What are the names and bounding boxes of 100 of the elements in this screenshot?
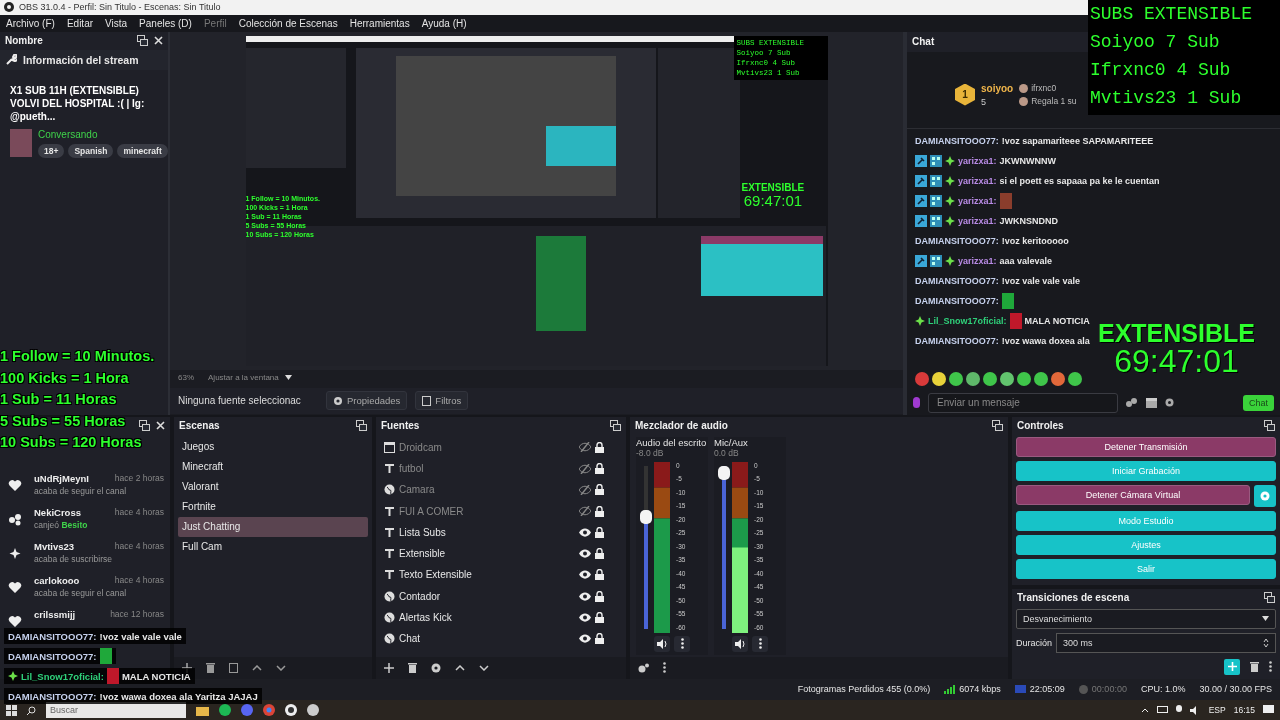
up-icon[interactable] [455, 664, 465, 671]
control-button[interactable]: Detener Cámara Virtual [1016, 484, 1250, 505]
add-button[interactable] [1224, 658, 1240, 675]
undock-icon[interactable] [1264, 592, 1275, 604]
more-button[interactable] [674, 635, 690, 652]
network-icon[interactable] [1156, 705, 1168, 715]
settings-button[interactable] [1254, 484, 1276, 507]
scene-item[interactable]: Juegos [178, 436, 368, 457]
trash-icon[interactable] [206, 662, 215, 673]
scene-item[interactable]: Fortnite [178, 496, 368, 517]
lock-icon[interactable] [595, 505, 604, 517]
trash-icon[interactable] [1250, 661, 1259, 672]
eye-icon[interactable] [579, 634, 591, 644]
search-icon[interactable] [27, 705, 36, 715]
close-icon[interactable] [156, 421, 165, 431]
scene-item[interactable]: Full Cam [178, 536, 368, 557]
undock-icon[interactable] [137, 35, 148, 47]
lock-icon[interactable] [595, 484, 604, 496]
hidden-eye-icon[interactable] [579, 442, 591, 453]
lock-icon[interactable] [595, 612, 604, 624]
transition-dropdown[interactable]: Desvanecimiento [1016, 608, 1276, 629]
emote-icon[interactable] [1034, 371, 1048, 386]
filter-icon[interactable] [229, 662, 238, 673]
more-icon[interactable] [663, 662, 666, 674]
emote-icon[interactable] [1051, 371, 1065, 386]
menu-item[interactable]: Vista [105, 17, 128, 29]
emote-icon[interactable] [932, 371, 946, 386]
menu-item[interactable]: Editar [66, 17, 94, 29]
emote-icon[interactable] [1017, 371, 1031, 386]
settings-icon[interactable] [638, 662, 649, 673]
duration-field[interactable]: 300 ms [1056, 632, 1276, 653]
settings-icon[interactable] [431, 662, 441, 673]
undock-icon[interactable] [139, 420, 150, 432]
source-item[interactable]: Droidcam [380, 436, 622, 458]
emote-icon[interactable] [949, 371, 963, 386]
undock-icon[interactable] [356, 420, 367, 432]
eye-icon[interactable] [579, 591, 591, 601]
notification-icon[interactable] [1263, 705, 1274, 716]
scene-item[interactable]: Valorant [178, 476, 368, 497]
store-icon[interactable] [1146, 397, 1157, 408]
emote-icon[interactable] [983, 371, 997, 386]
emote-icon[interactable] [966, 371, 980, 386]
menu-item[interactable]: Ayuda (H) [421, 17, 467, 29]
lock-icon[interactable] [595, 441, 604, 453]
mute-button[interactable] [654, 635, 670, 652]
source-item[interactable]: FUI A COMER [380, 500, 622, 522]
settings-icon[interactable] [1165, 398, 1174, 408]
emote-icon[interactable] [1000, 371, 1014, 386]
eye-icon[interactable] [579, 527, 591, 537]
down-icon[interactable] [479, 664, 489, 671]
more-button[interactable] [752, 635, 768, 652]
send-chat-button[interactable]: Chat [1243, 394, 1274, 411]
scene-item[interactable]: Minecraft [178, 456, 368, 477]
properties-button[interactable]: Propiedades [326, 391, 408, 411]
menu-item[interactable]: Paneles (D) [139, 17, 192, 29]
source-item[interactable]: futbol [380, 457, 622, 480]
eye-icon[interactable] [579, 549, 591, 559]
trash-icon[interactable] [408, 662, 417, 673]
hidden-eye-icon[interactable] [579, 484, 591, 495]
undock-icon[interactable] [610, 420, 621, 432]
spinner-icon[interactable] [1263, 637, 1269, 648]
language-indicator[interactable]: ESP [1208, 705, 1226, 716]
lock-icon[interactable] [595, 633, 604, 645]
fit-dropdown[interactable]: Ajustar a la ventana [208, 373, 292, 383]
up-icon[interactable] [252, 664, 262, 671]
source-item[interactable]: Extensible [380, 543, 622, 565]
menu-item[interactable]: Archivo (F) [6, 17, 55, 29]
hidden-eye-icon[interactable] [579, 506, 591, 517]
menu-item[interactable]: Herramientas [349, 17, 410, 29]
scene-item[interactable]: Just Chatting [178, 516, 368, 537]
filters-button[interactable]: Filtros [415, 391, 469, 411]
mute-button[interactable] [732, 635, 748, 652]
source-item[interactable]: Contador [380, 585, 622, 607]
lock-icon[interactable] [595, 569, 604, 581]
control-button[interactable]: Detener Transmisión [1016, 436, 1276, 457]
more-icon[interactable] [1269, 661, 1272, 673]
source-item[interactable]: Chat [380, 628, 622, 650]
lock-icon[interactable] [595, 463, 604, 474]
lock-icon[interactable] [595, 590, 604, 602]
source-item[interactable]: Lista Subs [380, 521, 622, 544]
emote-icon[interactable] [1068, 371, 1082, 386]
undock-icon[interactable] [992, 420, 1003, 432]
message-input[interactable]: Enviar un mensaje [928, 392, 1118, 413]
caret-icon[interactable] [1140, 707, 1149, 713]
app-icon[interactable] [219, 704, 231, 717]
source-item[interactable]: Alertas Kick [380, 606, 622, 629]
lock-icon[interactable] [595, 526, 604, 538]
folder-icon[interactable] [196, 704, 209, 716]
lock-icon[interactable] [595, 548, 604, 560]
dots-icon[interactable] [1126, 397, 1138, 408]
app-icon[interactable] [285, 704, 297, 717]
hidden-eye-icon[interactable] [579, 463, 591, 474]
close-icon[interactable] [154, 36, 163, 46]
source-item[interactable]: Camara [380, 479, 622, 501]
add-icon[interactable] [384, 662, 394, 673]
clock[interactable]: 16:15 [1233, 705, 1255, 716]
source-item[interactable]: Texto Extensible [380, 564, 622, 586]
eye-icon[interactable] [579, 613, 591, 623]
app-icon[interactable] [307, 704, 319, 717]
menu-item[interactable]: Colección de Escenas [238, 17, 338, 29]
